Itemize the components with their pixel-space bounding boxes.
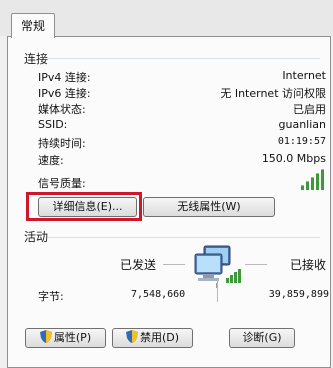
disable-button-label: 禁用(D) — [139, 331, 180, 344]
diagnose-button[interactable]: 诊断(G) — [229, 328, 295, 348]
ipv6-value: 无 Internet 访问权限 — [220, 87, 326, 100]
speed-label: 速度: — [38, 154, 64, 167]
connection-group-title: 连接 — [24, 52, 49, 66]
details-highlight-box — [26, 192, 142, 221]
disable-button[interactable]: 禁用(D) — [112, 328, 193, 348]
signal-quality-label: 信号质量: — [38, 177, 86, 190]
duration-label: 持续时间: — [38, 137, 86, 150]
signal-bar — [301, 185, 304, 190]
wireless-properties-button[interactable]: 无线属性(W) — [143, 197, 275, 217]
signal-bar — [311, 177, 314, 190]
activity-group-title: 活动 — [24, 230, 49, 244]
ssid-label: SSID: — [38, 118, 68, 131]
signal-bar — [306, 181, 309, 190]
activity-separator — [48, 237, 320, 238]
bytes-label: 字节: — [38, 290, 64, 303]
ipv4-label: IPv4 连接: — [38, 71, 91, 84]
signal-bar — [316, 173, 319, 190]
media-state-label: 媒体状态: — [38, 103, 86, 116]
ssid-value: guanlian — [278, 118, 327, 131]
activity-divider — [217, 280, 218, 302]
shield-icon — [39, 330, 52, 343]
sent-label: 已发送 — [120, 258, 157, 272]
bytes-sent-value: 7,548,660 — [131, 289, 186, 300]
media-state-value: 已启用 — [293, 103, 326, 116]
signal-strength-icon — [301, 169, 329, 190]
bytes-received-value: 39,859,899 — [268, 289, 329, 300]
speed-value: 150.0 Mbps — [261, 152, 326, 165]
properties-button-label: 属性(P) — [53, 331, 92, 344]
received-label: 已接收 — [290, 258, 327, 272]
network-computers-icon — [194, 245, 241, 288]
connection-separator — [48, 58, 320, 59]
tab-general[interactable]: 常规 — [11, 13, 55, 38]
duration-value: 01:19:57 — [277, 136, 326, 147]
shield-icon — [125, 330, 138, 343]
ipv4-value: Internet — [282, 69, 326, 82]
sent-line — [163, 264, 185, 265]
signal-bar — [321, 169, 324, 190]
ipv6-label: IPv6 连接: — [38, 87, 91, 100]
properties-button[interactable]: 属性(P) — [25, 328, 106, 348]
